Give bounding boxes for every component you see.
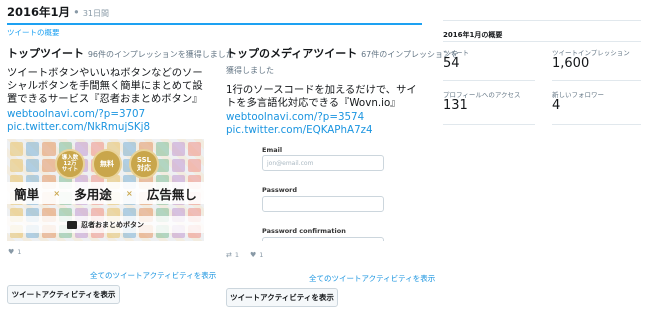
stat-divider [552,124,641,125]
period-days: 31日間 [82,9,109,18]
image-footer-text: 忍者おまとめボタン [81,220,144,229]
section-label: ツイートの概要 [7,28,60,37]
stat-divider [552,80,641,81]
stat-divider [443,80,535,81]
password-confirm-field [262,237,384,241]
media-tweet-all-activity-link[interactable]: 全てのツイートアクティビティを表示 [309,273,435,284]
stat-divider [443,124,535,125]
top-tweet-image[interactable]: 導入数 12万 サイト 無料 SSL 対応 簡単 × 多用途 × 広告無し 忍者… [7,139,204,241]
heart-icon: ♥ [250,251,257,259]
media-tweet-impressions-cont: 獲得しました [226,66,274,75]
summary-title: 2016年1月の概要 [443,31,503,39]
month-heading: 2016年1月 • 31日間 [7,4,109,20]
badge-installs: 導入数 12万 サイト [55,149,85,179]
retweet-icon: ⇄ [226,251,232,259]
media-tweet-image[interactable]: Email jon@email.com Password Password co… [230,140,405,241]
media-tweet-stats: ⇄ 1 ♥ 1 [226,251,263,259]
image-tile [42,142,56,156]
image-feature-band: 簡単 × 多用途 × 広告無し [7,182,204,204]
ninja-logo-icon [67,220,77,229]
top-tweet-likes: 1 [17,248,22,256]
feature-sep: × [125,188,133,198]
image-tile [171,142,185,156]
tweets-value: 54 [443,56,460,71]
media-tweet-link-1[interactable]: webtoolnavi.com/?p=3574 [226,111,364,123]
media-tweet-title: トップのメディアツイート 67件のインプレッションを [226,45,459,61]
image-tile [187,158,201,172]
image-tile [26,142,40,156]
media-tweet-retweets: 1 [234,251,240,259]
top-tweet-link-2[interactable]: pic.twitter.com/NkRmujSKj8 [7,121,150,133]
top-tweet-title-text: トップツイート [7,47,84,60]
email-label: Email [262,146,283,154]
top-tweet-title: トップツイート 96件のインプレッションを獲得しました [7,45,234,61]
badge-ssl: SSL 対応 [129,149,159,179]
new-followers-value: 4 [552,98,561,113]
image-tile [26,158,40,172]
image-tile [10,142,24,156]
media-tweet-title-text: トップのメディアツイート [226,47,358,60]
profile-visits-value: 131 [443,98,468,113]
header-separator: • [73,5,80,19]
password-confirm-label: Password confirmation [262,227,346,235]
password-label: Password [262,186,298,194]
media-tweet-link-2[interactable]: pic.twitter.com/EQKAPhA7z4 [226,124,373,136]
media-tweet-likes: 1 [259,251,264,259]
feature-versatile: 多用途 [74,186,112,202]
image-tile [10,158,24,172]
feature-easy: 簡単 [14,186,40,202]
image-tile [155,142,169,156]
feature-no-ads: 広告無し [146,186,197,202]
month-title: 2016年1月 [7,5,71,19]
image-tile [187,142,201,156]
top-tweet-impressions: 96件のインプレッションを獲得しました [87,50,234,59]
feature-sep: × [53,188,61,198]
email-field: jon@email.com [262,155,384,171]
heart-icon: ♥ [8,248,15,256]
impressions-value: 1,600 [552,56,590,71]
media-tweet-text: 1行のソースコードを加えるだけで、サイトを多言語化対応できる『Wovn.io』 [226,84,417,109]
image-footer: 忍者おまとめボタン [7,216,204,233]
image-tile [42,158,56,172]
top-tweet-activity-button[interactable]: ツイートアクティビティを表示 [7,285,120,304]
top-tweet-text: ツイートボタンやいいねボタンなどのソーシャルボタンを手間無く簡単にまとめて設置で… [7,67,203,105]
top-tweet-link-1[interactable]: webtoolnavi.com/?p=3707 [7,108,145,120]
badge-free: 無料 [92,149,122,179]
password-field [262,196,384,212]
month-summary-panel: 2016年1月の概要 ツイート 54 ツイートインプレッション 1,600 プロ… [443,20,641,125]
summary-divider [443,41,641,42]
top-tweet-all-activity-link[interactable]: 全てのツイートアクティビティを表示 [90,270,216,281]
section-divider [7,23,422,25]
media-tweet-activity-button[interactable]: ツイートアクティビティを表示 [226,288,338,307]
top-tweet-stats: ♥ 1 [8,248,21,256]
image-tile [171,158,185,172]
